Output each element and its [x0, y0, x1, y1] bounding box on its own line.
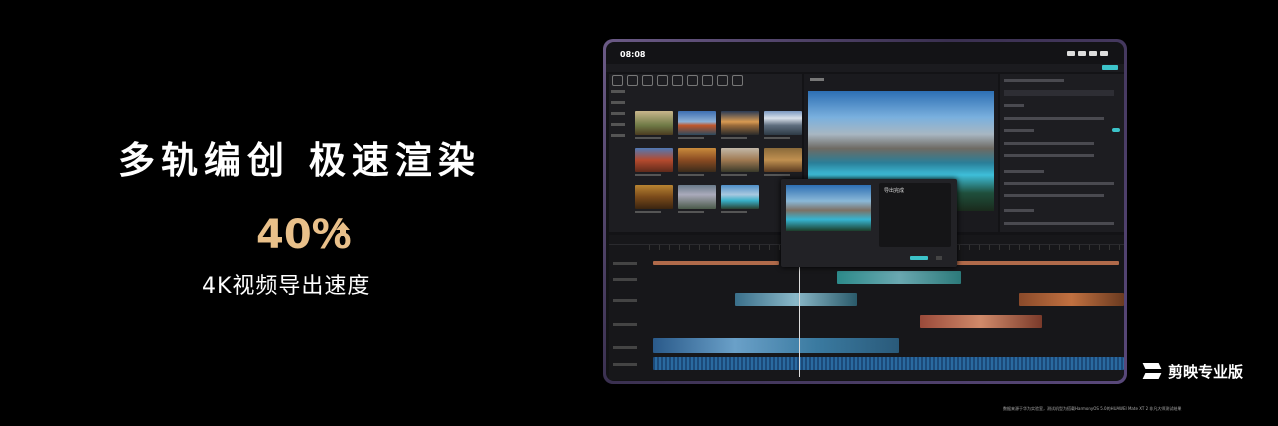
export-dialog: 导出完成: [781, 179, 957, 267]
media-tabs[interactable]: [609, 74, 802, 86]
app-screen: 08:08 导出完成: [606, 42, 1124, 381]
media-thumb[interactable]: [721, 185, 759, 213]
brand-name: 剪映专业版: [1168, 363, 1244, 381]
headline: 多轨编创 极速渲染: [118, 139, 481, 182]
main-video-clip[interactable]: [653, 338, 899, 353]
rotation-fields[interactable]: [1004, 154, 1094, 157]
dialog-title: 导出完成: [884, 188, 905, 194]
audio-clip[interactable]: [653, 357, 1124, 370]
track-header[interactable]: [613, 262, 637, 265]
blend-label: [1004, 170, 1044, 173]
scale-slider[interactable]: [1004, 117, 1104, 120]
media-thumb[interactable]: [635, 148, 673, 176]
props-tabs[interactable]: [1004, 79, 1064, 82]
dialog-close-button[interactable]: [936, 256, 942, 260]
props-label: [1004, 222, 1114, 225]
track-header[interactable]: [613, 278, 637, 281]
props-label: [1004, 129, 1034, 132]
export-button[interactable]: [1102, 65, 1118, 70]
brand: 剪映专业版: [1142, 361, 1243, 382]
stat-value: 40%: [256, 212, 352, 258]
media-thumb[interactable]: [678, 111, 716, 139]
media-thumbnails: [635, 111, 802, 213]
media-thumb[interactable]: [764, 111, 802, 139]
dialog-primary-button[interactable]: [910, 256, 928, 260]
up-arrow-icon: [336, 222, 350, 236]
track-header[interactable]: [613, 363, 637, 366]
media-thumb[interactable]: [678, 185, 716, 213]
media-thumb[interactable]: [635, 185, 673, 213]
video-clip[interactable]: [735, 293, 857, 306]
props-subtabs[interactable]: [1004, 90, 1114, 96]
text-clip[interactable]: [653, 261, 779, 265]
track-header[interactable]: [613, 299, 637, 302]
media-thumb[interactable]: [764, 148, 802, 176]
footnote: 数据来源于华为实验室，测试机型为搭载HarmonyOS 5.0的HUAWEI M…: [1003, 406, 1182, 411]
media-sidebar[interactable]: [611, 90, 631, 145]
video-clip[interactable]: [837, 271, 961, 284]
capcut-logo-icon: [1142, 362, 1162, 382]
track-header[interactable]: [613, 323, 637, 326]
status-clock: 08:08: [620, 50, 646, 59]
tablet-device: 08:08 导出完成: [603, 39, 1127, 384]
properties-panel: [1000, 74, 1124, 232]
position-fields[interactable]: [1004, 142, 1094, 145]
track-header[interactable]: [613, 346, 637, 349]
preview-title: [810, 78, 824, 81]
stat-caption: 4K视频导出速度: [202, 274, 371, 299]
video-clip[interactable]: [1019, 293, 1124, 306]
media-thumb[interactable]: [721, 111, 759, 139]
blend-select[interactable]: [1004, 182, 1114, 185]
props-toggle[interactable]: [1112, 128, 1120, 132]
video-clip[interactable]: [920, 315, 1042, 328]
opacity-slider[interactable]: [1004, 194, 1104, 197]
media-thumb[interactable]: [721, 148, 759, 176]
media-panel: [609, 74, 802, 232]
app-toolbar: [606, 64, 1124, 72]
props-label: [1004, 209, 1034, 212]
props-label: [1004, 104, 1024, 107]
media-thumb[interactable]: [678, 148, 716, 176]
media-thumb[interactable]: [635, 111, 673, 139]
dialog-thumbnail: [786, 185, 871, 231]
status-icons: [1067, 51, 1108, 56]
